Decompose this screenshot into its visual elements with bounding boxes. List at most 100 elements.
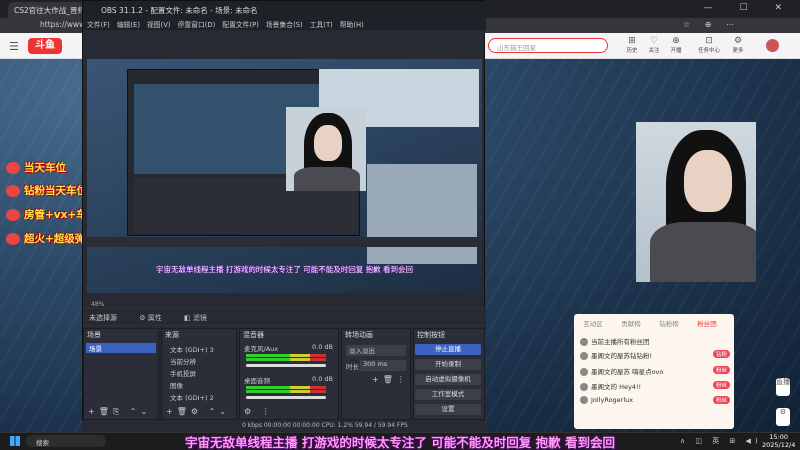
transitions-header: 转场动画 [345, 331, 373, 339]
source-item[interactable]: 当前分辨 [170, 356, 196, 366]
side-settings-button[interactable]: ⚙ [776, 408, 790, 426]
fan-badge: 粉丝 [712, 366, 730, 374]
nav-history[interactable]: ⊞ 历史 [622, 36, 642, 54]
transition-buttons[interactable]: +🗑⋮ [372, 375, 409, 385]
preview-subtitle: 宇宙无敌单线程主播 打游戏的时候太专注了 可能不能及时回复 抱歉 看到会回 [155, 265, 414, 274]
menu-profile[interactable]: 配置文件(P) [222, 21, 259, 29]
source-item[interactable]: 手机投屏 [170, 368, 196, 378]
nav-broadcast[interactable]: ⊕ 开播 [666, 36, 686, 54]
mixer-track-name: 麦克风/Aux [244, 345, 279, 353]
scenes-header: 场景 [87, 331, 101, 339]
tab-contrib[interactable]: 贡献榜 [612, 318, 650, 328]
menu-scene-collection[interactable]: 场景集合(S) [266, 21, 303, 29]
audio-meter [246, 354, 326, 357]
menu-view[interactable]: 视图(V) [147, 21, 171, 29]
avatar [580, 338, 588, 346]
obs-menu-bar: 文件(F) 编辑(E) 视图(V) 停靠窗口(D) 配置文件(P) 场景集合(S) 工具(T… [83, 18, 486, 30]
obs-preview[interactable]: 宇宙无敌单线程主播 打游戏的时候太专注了 可能不能及时回复 抱歉 看到会回 [87, 59, 482, 293]
banner-icon [6, 185, 20, 197]
chat-row: 墨阁文的屋苏 嗨星点ovo 粉丝 [580, 366, 730, 378]
mixer-track-db: 0.0 dB [312, 375, 333, 383]
nested-game-window [367, 164, 477, 264]
site-search-input[interactable]: 山东猫王回家 [488, 38, 608, 53]
source-status: 未选择源 [89, 314, 117, 322]
chat-row: JollyRogerlux 粉丝 [580, 396, 730, 408]
obs-window: OBS 31.1.2 - 配置文件: 未命名 - 场景: 未命名 文件(F) 编辑… [82, 0, 486, 432]
menu-edit[interactable]: 编辑(E) [117, 21, 140, 29]
scene-item[interactable]: 场景 [86, 343, 156, 353]
nested-taskbar [87, 237, 482, 247]
scene-toolbar[interactable]: +🗑⎘ ⌃⌄ [84, 407, 158, 419]
nested-streamer-camera [286, 107, 366, 191]
avatar [580, 383, 588, 391]
audio-meter [246, 386, 326, 389]
zoom-level: 48% [91, 301, 105, 308]
address-input[interactable]: https://www.d [40, 20, 92, 31]
transitions-dock: 转场动画 淡入淡出 时长 300 ms +🗑⋮ [341, 328, 411, 420]
chat-row: 墨阁文的屋苏钻钻粉! 钻粉 [580, 350, 730, 362]
chat-row: 墨阁文的 Hey4!! 粉丝 [580, 381, 730, 393]
site-logo[interactable]: 斗鱼 [28, 38, 62, 54]
transition-select[interactable]: 淡入淡出 [346, 345, 406, 356]
volume-slider[interactable] [246, 396, 326, 399]
menu-tools[interactable]: 工具(T) [310, 21, 333, 29]
banner-icon [6, 162, 20, 174]
mixer-dock: 混音器 麦克风/Aux 0.0 dB 桌面音频 0.0 dB ⚙ ⋮ [239, 328, 339, 420]
user-avatar[interactable] [766, 39, 779, 52]
side-live-button[interactable]: 直播 [776, 378, 790, 396]
properties-button[interactable]: ⚙ 属性 [139, 313, 162, 323]
banner-icon [6, 209, 20, 221]
source-item[interactable]: 文本 (GDI+) 2 [170, 392, 214, 402]
nav-follow[interactable]: ♡ 关注 [644, 36, 664, 54]
broadcast-icon: ⊕ [672, 36, 680, 46]
filters-button[interactable]: ◧ 滤镜 [184, 313, 207, 323]
start-recording-button[interactable]: 开始录制 [415, 359, 481, 370]
history-icon: ⊞ [628, 36, 636, 46]
virtual-camera-button[interactable]: 启动虚拟摄像机 [415, 374, 481, 385]
settings-button[interactable]: 设置 [415, 404, 481, 415]
nav-more[interactable]: ⚙ 更多 [728, 36, 748, 54]
fan-badge: 粉丝 [712, 381, 730, 389]
banner-1: 当天车位 [6, 160, 66, 175]
scenes-dock: 场景 场景 +🗑⎘ ⌃⌄ [83, 328, 159, 420]
mixer-track-db: 0.0 dB [312, 343, 333, 351]
tab-diamond[interactable]: 钻粉榜 [650, 318, 688, 328]
stop-streaming-button[interactable]: 停止直播 [415, 344, 481, 355]
tab-chat[interactable]: 互动区 [574, 318, 612, 328]
menu-icon[interactable]: ☰ [9, 40, 19, 53]
menu-docks[interactable]: 停靠窗口(D) [178, 21, 216, 29]
fan-badge: 粉丝 [712, 396, 730, 404]
streamer-camera [636, 122, 756, 282]
mixer-header: 混音器 [243, 331, 264, 339]
source-item[interactable]: 图像 [170, 380, 183, 390]
tab-fans[interactable]: 粉丝团 [688, 318, 726, 328]
chat-tabs: 互动区 贡献榜 钻粉榜 粉丝团 [574, 318, 734, 330]
avatar [580, 352, 588, 360]
sources-dock: 来源 文本 (GDI+) 3 当前分辨 手机投屏 图像 文本 (GDI+) 2 … [161, 328, 237, 420]
heart-icon: ♡ [649, 36, 659, 46]
obs-title-bar: OBS 31.1.2 - 配置文件: 未命名 - 场景: 未命名 [83, 1, 486, 18]
studio-mode-button[interactable]: 工作室模式 [415, 389, 481, 400]
source-item[interactable]: 文本 (GDI+) 3 [170, 344, 214, 354]
volume-slider[interactable] [246, 364, 326, 367]
menu-help[interactable]: 帮助(H) [340, 21, 364, 29]
audio-meter [246, 390, 326, 393]
controls-header: 控制按钮 [417, 331, 445, 339]
task-icon: ⊡ [705, 36, 713, 46]
avatar [580, 368, 588, 376]
source-toolbar-buttons[interactable]: +🗑⚙ ⌃⌄ [162, 407, 236, 419]
fan-badge: 钻粉 [712, 350, 730, 358]
menu-file[interactable]: 文件(F) [87, 21, 110, 29]
chat-row: 当前主播所有粉丝团 [580, 336, 730, 348]
sources-header: 来源 [165, 331, 179, 339]
duration-input[interactable]: 300 ms [360, 360, 406, 371]
nav-task-center[interactable]: ⊡ 任务中心 [696, 36, 722, 54]
stream-subtitle: 宇宙无敌单线程主播 打游戏的时候太专注了 可能不能及时回复 抱歉 看到会回 [185, 435, 615, 450]
window-controls[interactable]: — ☐ ✕ [704, 3, 794, 13]
obs-status-bar: 0 kbps 00:00:00 00:00:00 CPU: 1.2% 59.94… [82, 421, 485, 432]
browser-toolbar-icons[interactable]: ☆ ⊕ ⋯ [683, 20, 740, 29]
mixer-toolbar[interactable]: ⚙ ⋮ [240, 407, 338, 419]
banner-icon [6, 233, 20, 245]
duration-label: 时长 [346, 363, 359, 371]
mixer-track-name: 桌面音频 [244, 377, 270, 385]
